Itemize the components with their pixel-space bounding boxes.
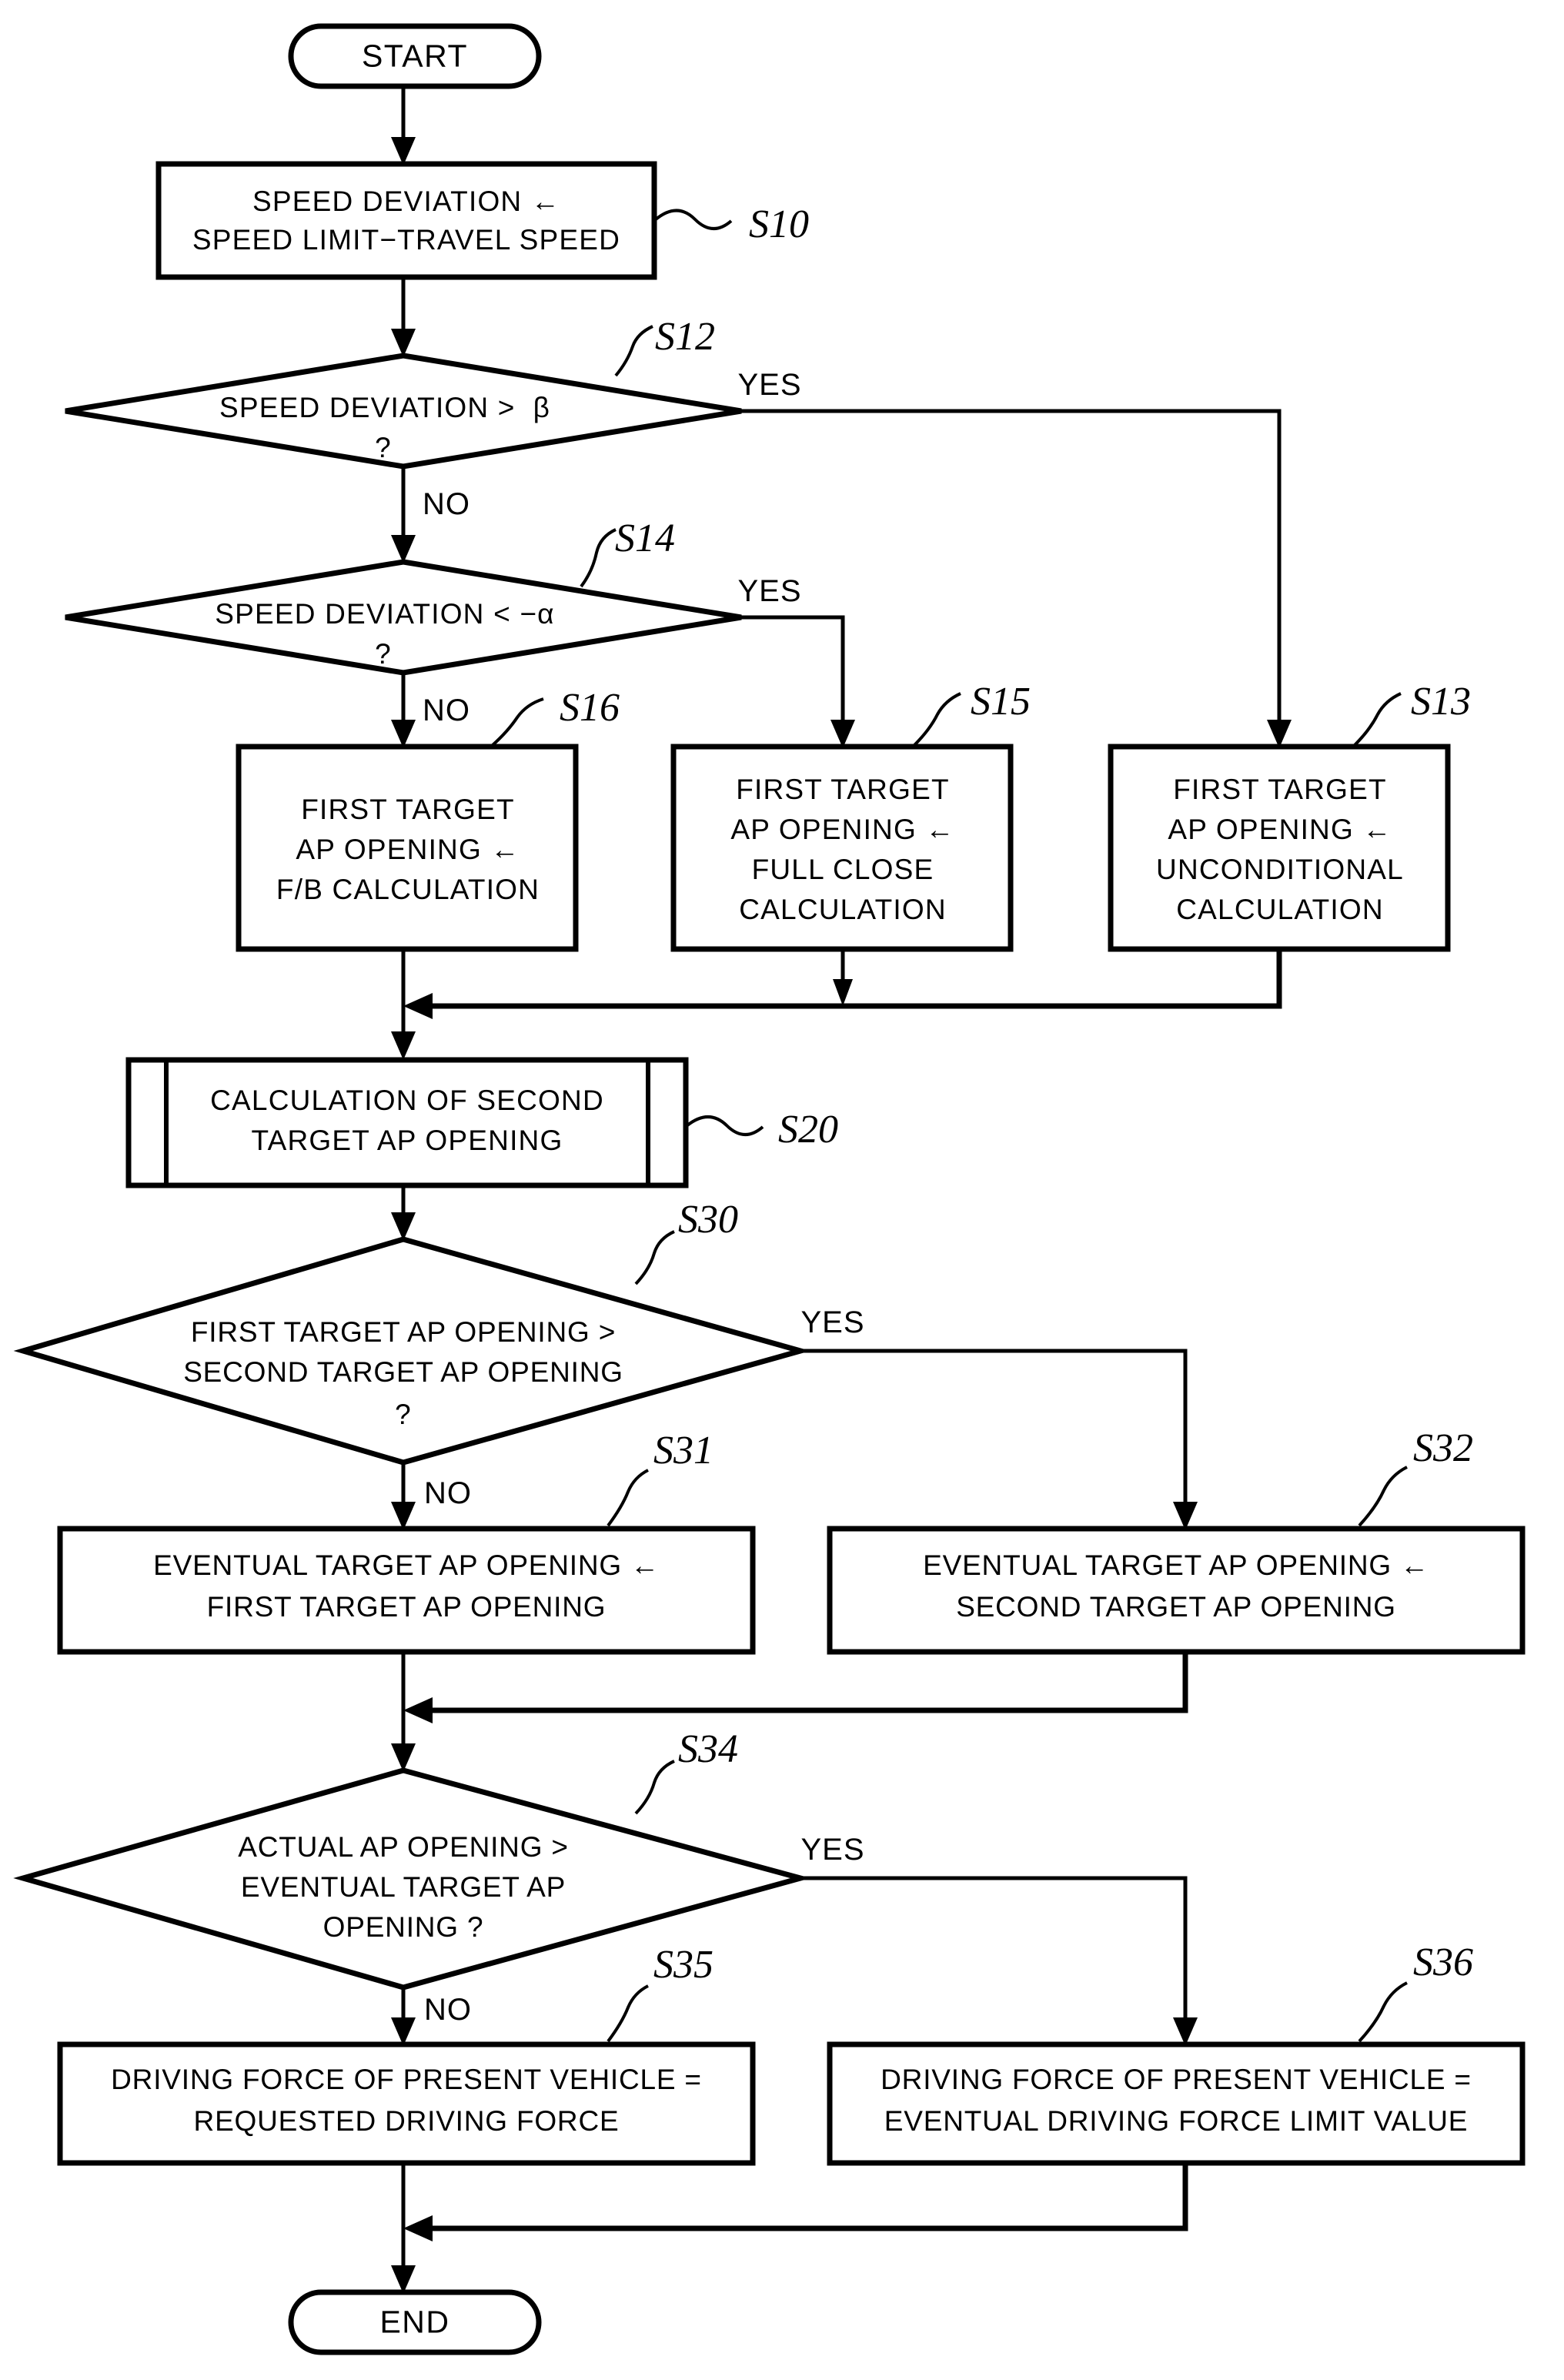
s20-line-2: TARGET AP OPENING xyxy=(251,1124,563,1156)
s16-step-label: S16 xyxy=(560,686,620,730)
leader-s30 xyxy=(634,1230,675,1285)
s14-line-1: SPEED DEVIATION < −α xyxy=(215,597,555,630)
connector-s32-merge xyxy=(416,1652,1188,1713)
s30-line-1: FIRST TARGET AP OPENING > xyxy=(190,1315,617,1348)
s35-step-label: S35 xyxy=(653,1943,713,1987)
s13-step-label: S13 xyxy=(1411,680,1471,724)
s14-no-label: NO xyxy=(423,694,470,727)
leader-s15 xyxy=(913,692,961,747)
arrow-merge-to-spine-mid xyxy=(403,1697,433,1723)
connector-s14-yes-to-s15 xyxy=(741,615,845,735)
connector-s36-merge xyxy=(416,2163,1188,2231)
s30-line-2: SECOND TARGET AP OPENING xyxy=(183,1355,623,1388)
s10-line-2: SPEED LIMIT−TRAVEL SPEED xyxy=(192,223,621,256)
s12-no-label: NO xyxy=(423,487,470,521)
arrow-s31-to-s34 xyxy=(391,1743,416,1772)
s12-line-2: ? xyxy=(375,431,392,463)
s20-step-label: S20 xyxy=(778,1108,838,1152)
s20-line-1: CALCULATION OF SECOND xyxy=(210,1084,604,1116)
arrow-s12-yes-to-s13 xyxy=(1267,720,1292,748)
s12-step-label: S12 xyxy=(655,315,715,359)
s31-step-label: S31 xyxy=(653,1429,713,1473)
s16-line-3: F/B CALCULATION xyxy=(276,873,540,905)
arrow-s15-down xyxy=(833,979,853,1006)
s30-yes-label: YES xyxy=(800,1305,865,1339)
s15-step-label: S15 xyxy=(971,680,1031,724)
connector-s34-yes-to-s36 xyxy=(800,1876,1188,2033)
leader-s36 xyxy=(1358,1981,1408,2043)
arrow-s34-yes-to-s36 xyxy=(1173,2017,1198,2046)
end-terminator-label: END xyxy=(379,2304,450,2340)
s14-yes-label: YES xyxy=(737,574,802,608)
s31-line-1: EVENTUAL TARGET AP OPENING ← xyxy=(153,1549,660,1581)
flowchart-canvas xyxy=(13,23,1526,2355)
s13-line-1: FIRST TARGET xyxy=(1173,773,1387,805)
s34-line-1: ACTUAL AP OPENING > xyxy=(238,1830,569,1863)
arrow-merge-to-spine-bottom xyxy=(403,2215,433,2241)
leader-s31 xyxy=(607,1469,649,1527)
leader-s20 xyxy=(686,1115,764,1136)
leader-s13 xyxy=(1353,692,1402,747)
s15-line-1: FIRST TARGET xyxy=(736,773,950,805)
s16-line-1: FIRST TARGET xyxy=(301,793,515,825)
s32-line-1: EVENTUAL TARGET AP OPENING ← xyxy=(923,1549,1429,1581)
leader-s10 xyxy=(654,209,733,230)
arrow-s35-to-end xyxy=(391,2265,416,2294)
s13-line-2: AP OPENING ← xyxy=(1168,813,1392,845)
s10-box-shape xyxy=(155,161,657,280)
leader-s35 xyxy=(607,1984,649,2043)
start-terminator-label: START xyxy=(361,38,469,74)
s36-step-label: S36 xyxy=(1413,1940,1473,1985)
s14-line-2: ? xyxy=(375,637,392,670)
arrow-start-to-s10 xyxy=(391,137,416,165)
arrow-s30-yes-to-s32 xyxy=(1173,1502,1198,1530)
s15-line-4: CALCULATION xyxy=(739,893,947,925)
s12-line-1: SPEED DEVIATION > β xyxy=(219,391,551,423)
s34-step-label: S34 xyxy=(678,1727,738,1772)
flowchart-figure: START END SPEED DEVIATION ← SPEED LIMIT−… xyxy=(0,0,1564,2380)
s12-yes-label: YES xyxy=(737,368,802,402)
s36-line-1: DRIVING FORCE OF PRESENT VEHICLE = xyxy=(881,2063,1472,2095)
s32-step-label: S32 xyxy=(1413,1426,1473,1471)
s35-line-1: DRIVING FORCE OF PRESENT VEHICLE = xyxy=(111,2063,702,2095)
arrow-s14-no-to-s16 xyxy=(391,720,416,748)
s13-line-4: CALCULATION xyxy=(1176,893,1384,925)
s30-line-3: ? xyxy=(395,1398,412,1430)
leader-s34 xyxy=(634,1760,675,1815)
s36-line-2: EVENTUAL DRIVING FORCE LIMIT VALUE xyxy=(884,2104,1469,2137)
leader-s14 xyxy=(580,528,617,588)
arrow-s34-no-to-s35 xyxy=(391,2017,416,2046)
s14-step-label: S14 xyxy=(615,516,675,561)
connector-s13-merge xyxy=(416,949,1282,1009)
leader-s32 xyxy=(1358,1466,1408,1527)
s34-line-2: EVENTUAL TARGET AP xyxy=(240,1870,566,1903)
arrow-s14-yes-to-s15 xyxy=(830,720,855,748)
leader-s12 xyxy=(614,325,653,377)
s34-yes-label: YES xyxy=(800,1833,865,1867)
s30-no-label: NO xyxy=(424,1476,472,1510)
s34-line-3: OPENING ? xyxy=(322,1910,484,1943)
arrow-merge-to-spine-top xyxy=(403,993,433,1019)
leader-s16 xyxy=(491,697,544,747)
s35-line-2: REQUESTED DRIVING FORCE xyxy=(193,2104,620,2137)
s10-step-label: S10 xyxy=(749,202,809,247)
arrow-s30-no-to-s31 xyxy=(391,1502,416,1530)
s32-line-2: SECOND TARGET AP OPENING xyxy=(956,1590,1396,1623)
s16-line-2: AP OPENING ← xyxy=(296,833,520,865)
s30-step-label: S30 xyxy=(678,1198,738,1242)
s31-line-2: FIRST TARGET AP OPENING xyxy=(206,1590,607,1623)
arrow-s16-to-s20 xyxy=(391,1031,416,1060)
arrow-s12-no-to-s14 xyxy=(391,535,416,563)
s15-line-3: FULL CLOSE xyxy=(751,853,934,885)
connector-s30-yes-to-s32 xyxy=(800,1349,1188,1517)
arrow-s20-to-s30 xyxy=(391,1212,416,1241)
s34-no-label: NO xyxy=(424,1993,472,2027)
s15-line-2: AP OPENING ← xyxy=(730,813,955,845)
s13-line-3: UNCONDITIONAL xyxy=(1156,853,1404,885)
s10-line-1: SPEED DEVIATION ← xyxy=(252,185,561,217)
arrow-s10-to-s12 xyxy=(391,329,416,357)
